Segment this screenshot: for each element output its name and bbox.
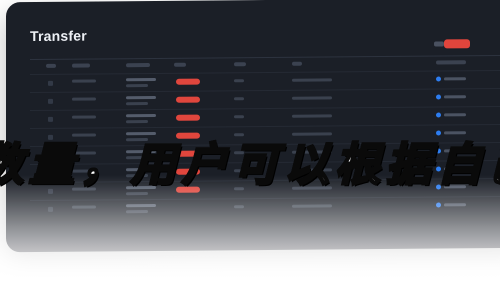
screenshot-scene: Transfer 数量，用户可以根据自己的 — [0, 0, 500, 300]
cell-placeholder — [126, 113, 156, 118]
overlay-caption: 数量，用户可以根据自己的 — [0, 137, 500, 193]
cell-placeholder — [72, 97, 96, 101]
cell-placeholder — [234, 205, 244, 209]
cell-placeholder — [292, 96, 332, 100]
cell-placeholder — [292, 78, 332, 82]
cell-placeholder — [126, 84, 148, 88]
table-body — [6, 0, 500, 219]
status-pill — [176, 78, 200, 85]
status-pill — [176, 96, 200, 103]
cell-placeholder — [72, 79, 96, 83]
row-icon — [48, 116, 53, 122]
cell-placeholder — [234, 79, 244, 83]
cell-placeholder — [72, 115, 96, 119]
row-icon — [48, 98, 53, 104]
status-dot-icon — [436, 112, 441, 118]
row-icon — [48, 80, 53, 86]
column-header — [174, 62, 186, 67]
column-header — [126, 63, 150, 68]
cell-placeholder — [126, 203, 156, 208]
cell-placeholder — [126, 102, 148, 106]
status-placeholder — [444, 77, 466, 81]
status-dot-icon — [436, 76, 441, 82]
cell-placeholder — [126, 95, 156, 100]
cell-placeholder — [126, 210, 148, 214]
status-placeholder — [444, 113, 466, 117]
status-pill — [176, 114, 200, 121]
cell-placeholder — [292, 114, 332, 118]
column-header — [292, 61, 302, 66]
filter-icon[interactable] — [434, 41, 444, 47]
cell-placeholder — [126, 77, 156, 82]
status-placeholder — [444, 203, 466, 207]
status-placeholder — [444, 95, 466, 99]
cell-placeholder — [126, 120, 148, 124]
cell-placeholder — [72, 205, 96, 209]
transfer-window: Transfer — [6, 0, 500, 253]
transfer-button[interactable] — [444, 39, 470, 49]
cell-placeholder — [234, 115, 244, 119]
cell-placeholder — [234, 97, 244, 101]
row-icon — [48, 206, 53, 212]
column-header — [436, 60, 466, 65]
column-header — [72, 63, 90, 68]
column-header — [46, 63, 56, 68]
table-row[interactable] — [30, 195, 500, 219]
status-dot-icon — [436, 94, 441, 100]
cell-placeholder — [292, 204, 332, 208]
status-dot-icon — [436, 202, 441, 208]
column-header — [234, 62, 246, 67]
